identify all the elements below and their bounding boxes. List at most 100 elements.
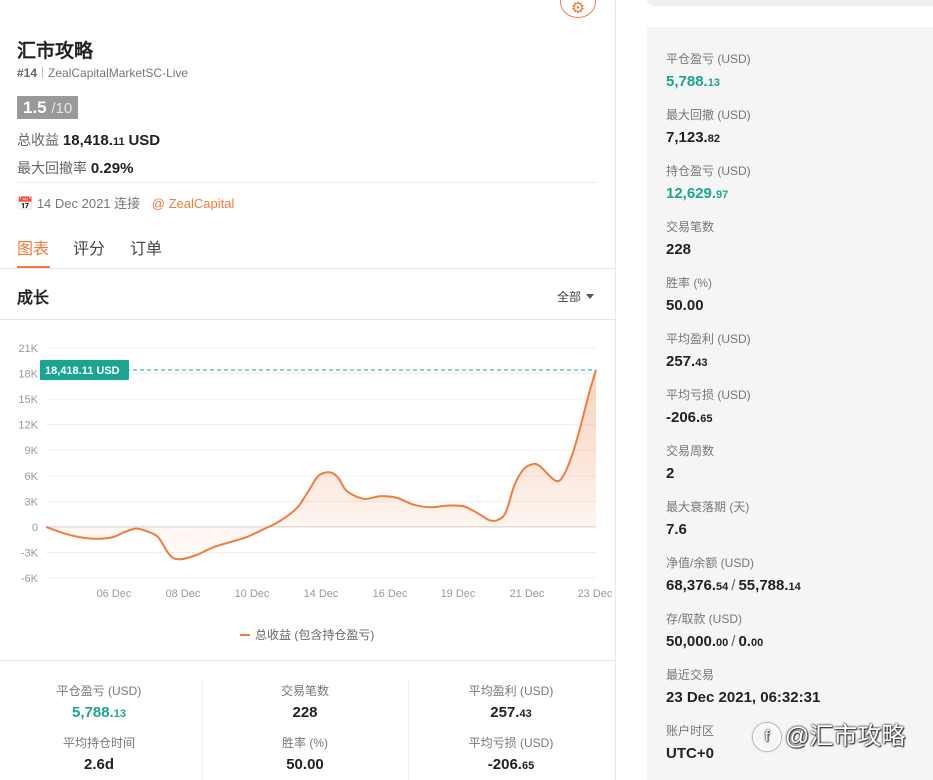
y-tick-label: 12K <box>18 420 38 432</box>
stat-label: 账户时区 <box>666 724 715 738</box>
x-tick-label: 14 Dec <box>304 588 339 600</box>
series-line <box>45 369 597 561</box>
sidebar-stat: 账户时区 UTC+0 <box>666 722 714 762</box>
stat-value: 23 Dec 2021, 06:32:31 <box>666 689 821 706</box>
y-tick-label: -3K <box>21 547 39 559</box>
stat-label: 净值/余额 (USD) <box>666 556 754 570</box>
stat-main: 228 <box>666 241 692 258</box>
sidebar-stat: 交易周数 2 <box>666 442 714 482</box>
stat-decimals: 82 <box>707 133 720 145</box>
stat-main: 228 <box>292 704 318 721</box>
stat-main: 0. <box>738 633 751 650</box>
max-drawdown-label: 最大回撤率 <box>17 160 87 176</box>
legend-swatch <box>240 634 250 636</box>
score-value: 1.5 <box>23 98 47 117</box>
total-profit-unit: USD <box>128 132 161 149</box>
stat-label: 胜率 (%) <box>666 276 712 290</box>
provider-link[interactable]: @ ZealCapital <box>152 196 235 211</box>
stat-label: 胜率 (%) <box>282 736 328 750</box>
bottom-stat: 平均盈利 (USD) 257.43 <box>416 682 606 721</box>
bottom-stat: 交易笔数 228 <box>210 682 400 721</box>
stat-main: 7.6 <box>666 521 687 538</box>
stat-value: 228 <box>210 704 400 721</box>
x-tick-label: 10 Dec <box>235 588 270 600</box>
account-line: #14 ZealCapitalMarketSC-Live <box>17 66 188 80</box>
stat-value: 12,629.97 <box>666 185 751 202</box>
tab-orders[interactable]: 订单 <box>130 235 162 259</box>
connect-date: 14 Dec 2021 连接 <box>36 196 141 211</box>
stat-main: 50.00 <box>666 297 704 314</box>
last-value-label: 18,418.11 USD <box>45 365 120 377</box>
y-tick-label: -6K <box>21 573 39 585</box>
chart-legend[interactable]: 总收益 (包含持仓盈亏) <box>240 626 374 643</box>
x-tick-label: 19 Dec <box>441 588 476 600</box>
watermark-icon: f <box>753 723 781 751</box>
connect-line: 📅 14 Dec 2021 连接 @ ZealCapital <box>17 193 234 212</box>
stat-main: 2.6d <box>83 756 114 773</box>
stat-value: 2.6d <box>4 756 194 773</box>
y-tick-label: 3K <box>25 496 39 508</box>
y-tick-label: 15K <box>18 394 38 406</box>
stat-main: 257. <box>490 704 520 721</box>
stat-decimals: 43 <box>519 708 532 720</box>
stat-decimals: 54 <box>716 581 729 593</box>
watermark-text: @汇市攻略 <box>785 723 906 750</box>
stat-label: 平仓盈亏 (USD) <box>56 684 142 698</box>
sidebar-stat: 最大回撤 (USD) 7,123.82 <box>666 106 751 146</box>
stat-value: 5,788.13 <box>4 704 194 721</box>
sidebar-stat: 最近交易 23 Dec 2021, 06:32:31 <box>666 666 820 706</box>
stat-decimals: 13 <box>113 708 126 720</box>
growth-chart[interactable]: 21K 18K 15K 12K 9K 6K 3K 0 -3K -6K 06 Dec 08 Dec 10… <box>0 330 615 610</box>
stat-label: 存/取款 (USD) <box>666 612 742 626</box>
stat-label: 最大衰落期 (天) <box>666 500 750 514</box>
rank-badge: #14 <box>17 66 38 80</box>
stat-main: -206. <box>487 756 522 773</box>
stat-label: 交易笔数 <box>280 684 329 698</box>
tab-chart[interactable]: 图表 <box>17 235 49 259</box>
stat-label: 平均持仓时间 <box>62 736 135 750</box>
stat-label: 平均亏损 (USD) <box>666 388 751 402</box>
watermark: f @汇市攻略 <box>753 716 905 751</box>
stat-value: 7,123.82 <box>666 129 751 146</box>
stat-label: 持仓盈亏 (USD) <box>666 164 751 178</box>
bottom-stat: 平均持仓时间 2.6d <box>4 734 194 773</box>
x-tick-label: 16 Dec <box>373 588 408 600</box>
page-title: 汇市攻略 <box>17 41 94 62</box>
range-dropdown[interactable]: 全部 <box>557 288 595 305</box>
stat-value: 228 <box>666 241 714 258</box>
sidebar-stat-pair: 净值/余额 (USD) 68,376.54/55,788.14 <box>666 554 801 594</box>
stat-value: 257.43 <box>416 704 606 721</box>
stat-label: 最近交易 <box>666 668 715 682</box>
stat-label: 平均盈利 (USD) <box>666 332 751 346</box>
max-drawdown-value: 0.29% <box>90 160 134 177</box>
y-tick-label: 9K <box>25 445 39 457</box>
stat-main: 50,000. <box>666 633 717 650</box>
y-tick-label: 6K <box>25 471 39 483</box>
sidebar-stat: 平均盈利 (USD) 257.43 <box>666 330 751 370</box>
stat-main: 257. <box>666 353 696 370</box>
x-tick-label: 06 Dec <box>97 588 132 600</box>
tab-rating[interactable]: 评分 <box>73 235 105 259</box>
stat-value: 50.00 <box>666 297 712 314</box>
stat-value: -206.65 <box>666 409 751 426</box>
stat-decimals: 00 <box>750 637 764 649</box>
y-tick-label: 18K <box>18 369 38 381</box>
stat-value: 68,376.54/55,788.14 <box>666 577 801 594</box>
separator <box>42 67 44 78</box>
divider <box>0 319 615 320</box>
divider <box>0 268 615 269</box>
x-tick-label: 08 Dec <box>166 588 201 600</box>
caret-down-icon <box>586 294 595 299</box>
stat-label: 平仓盈亏 (USD) <box>666 52 751 66</box>
sidebar-stat: 平均亏损 (USD) -206.65 <box>666 386 751 426</box>
stat-value: 5,788.13 <box>666 73 751 90</box>
stat-main: 12,629. <box>666 185 717 202</box>
bottom-stat: 胜率 (%) 50.00 <box>210 734 400 773</box>
section-title: 成长 <box>17 290 50 307</box>
total-profit-label: 总收益 <box>17 132 59 148</box>
stat-main: 68,376. <box>666 577 717 594</box>
stat-value: -206.65 <box>416 756 606 773</box>
stat-decimals: 14 <box>788 581 801 593</box>
total-profit-decimals: 11 <box>112 136 125 148</box>
right-top-card <box>647 0 933 6</box>
